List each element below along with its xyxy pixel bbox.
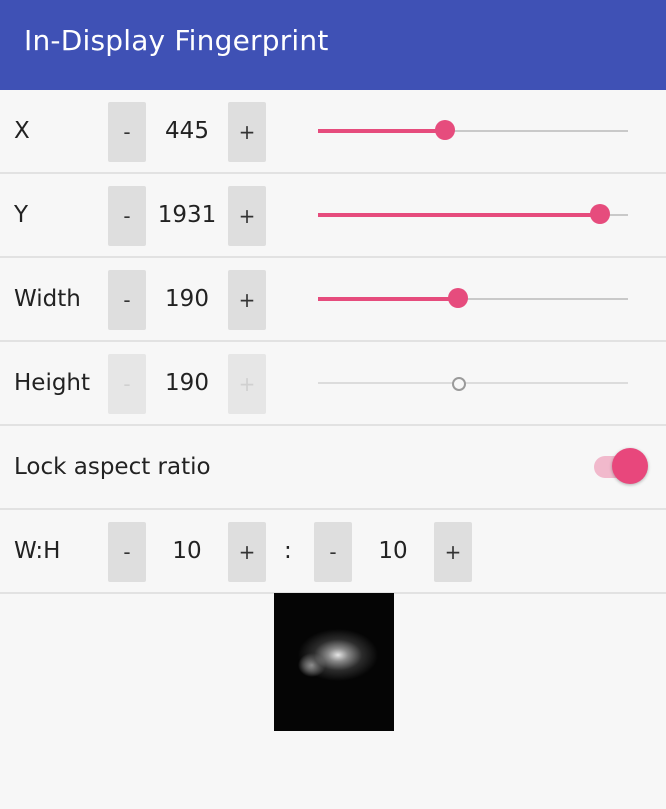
ratio-h-decrement-button[interactable]: - <box>314 522 352 582</box>
ratio-w-increment-button[interactable]: + <box>228 522 266 582</box>
width-row: Width - 190 + <box>0 258 666 342</box>
y-slider-fill <box>318 213 601 217</box>
x-row: X - 445 + <box>0 90 666 174</box>
lock-aspect-label: Lock aspect ratio <box>14 454 211 480</box>
app-title: In-Display Fingerprint <box>24 24 329 57</box>
x-label: X <box>14 118 30 144</box>
height-value: 190 <box>165 370 209 396</box>
x-decrement-button[interactable]: - <box>108 102 146 162</box>
width-label: Width <box>14 286 81 312</box>
height-slider[interactable] <box>318 377 628 391</box>
y-label: Y <box>14 202 29 228</box>
height-increment-button[interactable]: + <box>228 354 266 414</box>
ratio-h-increment-button[interactable]: + <box>434 522 472 582</box>
ratio-w-decrement-button[interactable]: - <box>108 522 146 582</box>
fingerprint-preview-icon <box>274 593 394 731</box>
ratio-separator: : <box>284 538 292 564</box>
x-slider-fill <box>318 129 446 133</box>
x-increment-button[interactable]: + <box>228 102 266 162</box>
height-slider-thumb[interactable] <box>451 377 466 391</box>
width-value: 190 <box>165 286 209 312</box>
y-increment-button[interactable]: + <box>228 186 266 246</box>
ratio-h-value: 10 <box>378 538 408 564</box>
width-slider-fill <box>318 297 458 301</box>
height-decrement-button[interactable]: - <box>108 354 146 414</box>
x-slider[interactable] <box>318 120 628 140</box>
ratio-label: W:H <box>14 538 61 564</box>
x-slider-thumb[interactable] <box>435 120 456 140</box>
width-decrement-button[interactable]: - <box>108 270 146 330</box>
width-increment-button[interactable]: + <box>228 270 266 330</box>
height-row: Height - 190 + <box>0 342 666 426</box>
y-slider[interactable] <box>318 204 628 224</box>
y-row: Y - 1931 + <box>0 174 666 258</box>
app-bar: In-Display Fingerprint <box>0 0 666 90</box>
height-label: Height <box>14 370 91 396</box>
lock-aspect-row: Lock aspect ratio <box>0 426 666 510</box>
ratio-w-value: 10 <box>172 538 202 564</box>
width-slider[interactable] <box>318 288 628 308</box>
ratio-row: W:H - 10 + : - 10 + <box>0 510 666 594</box>
y-slider-thumb[interactable] <box>590 204 611 224</box>
width-slider-thumb[interactable] <box>447 288 468 308</box>
lock-aspect-switch[interactable] <box>612 448 648 484</box>
y-value: 1931 <box>157 202 217 228</box>
y-decrement-button[interactable]: - <box>108 186 146 246</box>
x-value: 445 <box>165 118 209 144</box>
